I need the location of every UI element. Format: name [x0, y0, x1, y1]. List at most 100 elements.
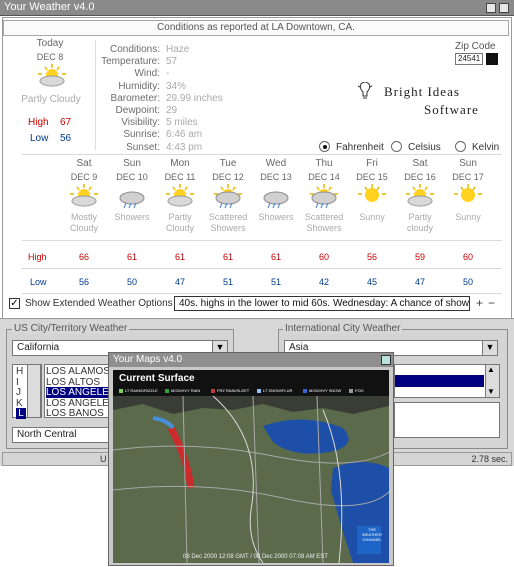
- forecast-day: Tue: [219, 158, 237, 169]
- kelvin-radio[interactable]: [455, 141, 466, 152]
- maps-title: Your Maps v4.0: [113, 354, 183, 365]
- extended-checkbox[interactable]: ✓: [9, 298, 20, 309]
- condition-value: 34%: [166, 80, 187, 92]
- condition-value: Haze: [166, 44, 190, 55]
- partly-cloudy-icon: [70, 184, 98, 211]
- condition-label: Visibility:: [121, 117, 160, 129]
- forecast-high: 56: [366, 252, 377, 262]
- legend-item: LT RAIN/DRIZZLE: [125, 388, 158, 393]
- forecast-date: DEC 16: [404, 172, 436, 182]
- letter-item[interactable]: K: [16, 398, 26, 409]
- forecast-day: Fri: [366, 158, 378, 169]
- letter-item[interactable]: L: [16, 408, 26, 419]
- legend-item: FRZ RAIN/SLEET: [217, 388, 250, 393]
- scattered-showers-icon: [214, 184, 242, 211]
- forecast-date: DEC 15: [356, 172, 388, 182]
- city-item[interactable]: LOS ALTOS: [46, 377, 112, 388]
- forecast-day: Sun: [123, 158, 141, 169]
- forecast-high: 59: [414, 252, 425, 262]
- zip-go-button[interactable]: [486, 53, 498, 65]
- weather-map: [112, 370, 390, 564]
- fahrenheit-label: Fahrenheit: [336, 142, 384, 153]
- maps-window-button[interactable]: [381, 355, 391, 365]
- intl-region-dropdown-arrow[interactable]: ▼: [482, 341, 497, 355]
- sunny-icon: [358, 184, 386, 211]
- forecast-high: 60: [318, 252, 329, 262]
- partly-cloudy-icon: [406, 184, 434, 211]
- map-footer: 08 Dec 2000 12:08 GMT / 08 Dec 2000 07:0…: [183, 554, 328, 560]
- celsius-label: Celsius: [408, 142, 441, 153]
- forecast-condition: Partly cloudy: [406, 212, 433, 233]
- scroll-down-icon[interactable]: ▼: [487, 387, 495, 396]
- sunny-icon: [454, 184, 482, 211]
- celsius-radio[interactable]: [391, 141, 402, 152]
- condition-label: Temperature:: [101, 56, 160, 68]
- forecast-day: Sun: [459, 158, 477, 169]
- condition-value: 6:46 am: [166, 129, 203, 141]
- condition-label: Sunrise:: [123, 129, 160, 141]
- forecast-high-label: High: [28, 252, 47, 262]
- forecast-day: Wed: [265, 158, 287, 169]
- forecast-condition: Mostly Cloudy: [69, 212, 98, 233]
- legend-swatch: [257, 389, 261, 393]
- divider-lower: [22, 268, 502, 269]
- maps-window[interactable]: Your Maps v4.0 Current Surface LT RAIN/D…: [108, 352, 394, 566]
- forecast-day: Thu: [315, 158, 333, 169]
- legend-item: FOG: [355, 388, 364, 393]
- legend-swatch: [165, 389, 169, 393]
- legend-swatch: [211, 389, 215, 393]
- partly-cloudy-icon: [38, 64, 66, 91]
- collapse-minus-button[interactable]: −: [488, 296, 495, 310]
- zip-input[interactable]: 24541: [455, 53, 483, 65]
- letter-item[interactable]: H: [16, 366, 26, 377]
- forecast-condition: Scattered Showers: [304, 212, 344, 233]
- condition-label: Barometer:: [110, 92, 160, 104]
- letter-scrollbar[interactable]: [27, 364, 41, 418]
- forecast-high: 61: [270, 252, 281, 262]
- brand-line1: Bright Ideas: [384, 84, 460, 99]
- forecast-condition: Sunny: [359, 212, 385, 222]
- condition-label: Wind:: [134, 68, 160, 80]
- brand-line2: Software: [424, 102, 479, 117]
- city-item[interactable]: LOS ANGELES: [46, 398, 112, 409]
- forecast-date: DEC 11: [164, 172, 196, 182]
- legend-item: MOD/HVY RAIN: [171, 388, 201, 393]
- forecast-low: 42: [318, 277, 329, 287]
- forecast-low: 50: [126, 277, 137, 287]
- us-region-select[interactable]: North Central: [12, 427, 112, 443]
- title-bar[interactable]: Your Weather v4.0: [0, 0, 514, 16]
- today-high-label: High: [28, 117, 49, 128]
- maximize-button[interactable]: [499, 3, 509, 13]
- us-weather-title: US City/Territory Weather: [12, 323, 130, 334]
- forecast-high: 61: [174, 252, 185, 262]
- app-title: Your Weather v4.0: [4, 1, 95, 13]
- forecast-date: DEC 9: [70, 172, 98, 182]
- extended-forecast-text: 40s. highs in the lower to mid 60s. Wedn…: [174, 296, 470, 311]
- forecast-low: 50: [462, 277, 473, 287]
- scroll-up-icon[interactable]: ▲: [487, 365, 495, 374]
- condition-label: Humidity:: [118, 80, 160, 92]
- maps-title-bar[interactable]: Your Maps v4.0: [109, 353, 393, 367]
- forecast-low-label: Low: [30, 277, 47, 287]
- letter-item[interactable]: J: [16, 387, 26, 398]
- expand-plus-button[interactable]: +: [476, 296, 483, 310]
- city-item[interactable]: LOS ALAMOS: [46, 366, 112, 377]
- city-item[interactable]: LOS ANGELES: [46, 387, 112, 398]
- us-state-value: California: [17, 342, 60, 353]
- letter-item[interactable]: I: [16, 377, 26, 388]
- city-item[interactable]: LOS BANOS: [46, 408, 112, 419]
- condition-label: Sunset:: [126, 141, 160, 153]
- forecast-condition: Scattered Showers: [208, 212, 248, 233]
- fahrenheit-radio[interactable]: [319, 141, 330, 152]
- intl-city-selected-row[interactable]: [395, 375, 484, 387]
- forecast-high: 61: [126, 252, 137, 262]
- logo-line3: CHANNEL: [362, 537, 382, 542]
- showers-icon: [118, 184, 146, 211]
- condition-value: 29: [166, 105, 178, 116]
- minimize-button[interactable]: [486, 3, 496, 13]
- forecast-day: Sat: [412, 158, 428, 169]
- intl-detail-box: [394, 402, 500, 438]
- legend-swatch: [119, 389, 123, 393]
- showers-icon: [262, 184, 290, 211]
- condition-label: Dewpoint:: [115, 105, 160, 116]
